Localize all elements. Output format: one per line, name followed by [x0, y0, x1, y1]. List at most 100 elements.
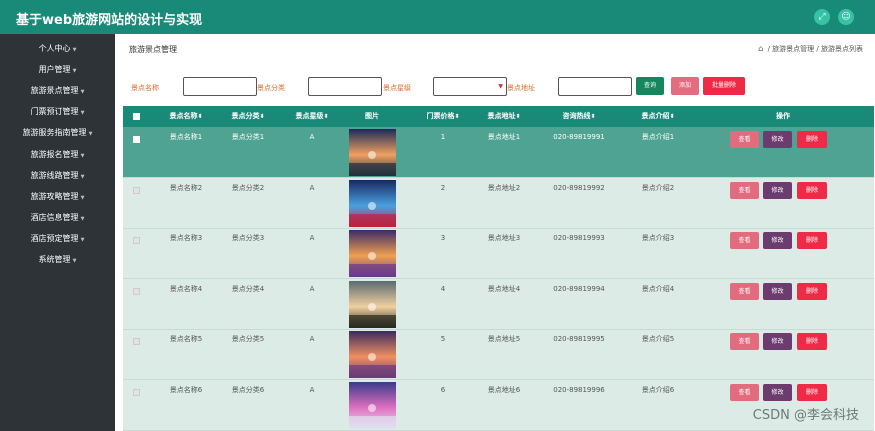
column-header[interactable]: 操作 [723, 106, 843, 127]
edit-button[interactable]: 修改 [763, 232, 792, 250]
column-header[interactable]: 景点介绍⬍ [623, 106, 693, 127]
cell-price: 4 [440, 284, 446, 293]
column-header[interactable]: 咨询热线⬍ [543, 106, 615, 127]
edit-button[interactable]: 修改 [763, 181, 792, 199]
table-row[interactable]: 景点名称3 景点分类3 A 3 景点地址3 020-89819993 景点介绍3 查看 修改 删除 [123, 228, 874, 280]
sidebar-item-label: 酒店预定管理 [30, 233, 79, 243]
filter-category-input[interactable] [308, 77, 382, 96]
row-checkbox[interactable] [133, 237, 140, 245]
sidebar-item[interactable]: 旅游报名管理 ▼ [0, 144, 115, 165]
scenic-image [349, 179, 396, 227]
column-header[interactable]: 景点地址⬍ [473, 106, 535, 127]
main-content: 旅游景点管理 ⌂ / 旅游景点管理 / 旅游景点列表 景点名称 景点分类 景点星… [115, 34, 875, 431]
table-row[interactable]: 景点名称5 景点分类5 A 5 景点地址5 020-89819995 景点介绍5 查看 修改 删除 [123, 329, 874, 381]
delete-button[interactable]: 删除 [797, 333, 827, 351]
scenic-image [349, 230, 396, 278]
column-header[interactable]: 图片 [339, 106, 405, 127]
edit-button[interactable]: 修改 [763, 131, 792, 148]
sidebar-item-label: 旅游报名管理 [30, 149, 79, 159]
sort-icon[interactable]: ⬍ [669, 113, 674, 120]
column-header[interactable]: 景点名称⬍ [151, 106, 221, 127]
cell-intro: 景点介绍1 [641, 133, 675, 141]
scenic-image [349, 129, 396, 176]
top-bar: 基于web旅游网站的设计与实现 ⤢ ☺ [0, 0, 875, 34]
cell-price: 5 [440, 335, 446, 344]
sidebar-item[interactable]: 旅游服务指南管理 ▼ [0, 122, 115, 143]
sidebar-item[interactable]: 用户管理 ▼ [0, 59, 115, 80]
cell-category: 景点分类3 [231, 234, 265, 243]
cell-price: 1 [440, 133, 446, 141]
sidebar-item[interactable]: 个人中心 ▼ [0, 38, 115, 59]
sidebar-item[interactable]: 门票预订管理 ▼ [0, 101, 115, 122]
batch-delete-button[interactable]: 批量删除 [703, 77, 745, 95]
sidebar-item[interactable]: 酒店信息管理 ▼ [0, 207, 115, 228]
sidebar-item[interactable]: 酒店预定管理 ▼ [0, 228, 115, 249]
column-header[interactable]: 门票价格⬍ [413, 106, 473, 127]
sort-icon[interactable]: ⬍ [259, 113, 264, 120]
breadcrumb-first[interactable]: 旅游景点管理 [772, 45, 814, 53]
sort-icon[interactable]: ⬍ [515, 113, 520, 120]
scenic-image [349, 280, 396, 328]
sort-icon[interactable]: ⬍ [323, 113, 328, 120]
delete-button[interactable]: 删除 [797, 131, 827, 148]
search-button[interactable]: 查询 [636, 77, 664, 95]
delete-button[interactable]: 删除 [797, 232, 827, 250]
filter-name-input[interactable] [183, 77, 257, 96]
home-icon[interactable]: ⌂ [758, 44, 763, 53]
cell-intro: 景点介绍5 [641, 335, 675, 344]
add-button[interactable]: 添加 [671, 77, 699, 95]
table-row[interactable]: 景点名称2 景点分类2 A 2 景点地址2 020-89819992 景点介绍2 查看 修改 删除 [123, 178, 874, 229]
view-button[interactable]: 查看 [730, 131, 759, 148]
sort-icon[interactable]: ⬍ [197, 113, 202, 120]
column-header-label: 景点分类 [231, 112, 260, 120]
view-button[interactable]: 查看 [730, 333, 759, 351]
fullscreen-icon[interactable]: ⤢ [814, 9, 830, 25]
delete-button[interactable]: 删除 [797, 384, 827, 401]
row-checkbox[interactable] [133, 338, 140, 346]
cell-price: 2 [440, 183, 446, 192]
chevron-down-icon: ▼ [80, 236, 85, 243]
cell-category: 景点分类4 [231, 284, 265, 293]
filter-rating-select[interactable]: ▼ [433, 77, 507, 96]
view-button[interactable]: 查看 [730, 384, 759, 401]
sidebar-item[interactable]: 系统管理 ▼ [0, 249, 115, 270]
sidebar-item-label: 酒店信息管理 [30, 212, 79, 222]
cell-intro: 景点介绍2 [641, 183, 675, 192]
sidebar-item[interactable]: 旅游线路管理 ▼ [0, 165, 115, 186]
sidebar-item-label: 旅游景点管理 [30, 86, 79, 96]
table-row[interactable]: 景点名称4 景点分类4 A 4 景点地址4 020-89819994 景点介绍4 查看 修改 删除 [123, 279, 874, 330]
cell-phone: 020-89819993 [553, 234, 605, 243]
cell-address: 景点地址4 [487, 284, 521, 293]
sort-icon[interactable]: ⬍ [590, 113, 595, 120]
cell-name: 景点名称5 [169, 335, 203, 344]
delete-button[interactable]: 删除 [797, 282, 827, 300]
scenic-image [349, 382, 396, 429]
sidebar-item[interactable]: 旅游攻略管理 ▼ [0, 186, 115, 207]
column-header[interactable]: 景点分类⬍ [213, 106, 283, 127]
sidebar-item[interactable]: 旅游景点管理 ▼ [0, 80, 115, 101]
select-all-checkbox[interactable] [133, 113, 140, 120]
filter-rating-label: 景点星级 [383, 84, 411, 92]
view-button[interactable]: 查看 [730, 282, 759, 300]
cell-price: 6 [440, 386, 446, 394]
row-checkbox[interactable] [133, 287, 140, 295]
view-button[interactable]: 查看 [730, 181, 759, 199]
edit-button[interactable]: 修改 [763, 333, 792, 351]
cell-phone: 020-89819991 [553, 133, 605, 141]
delete-button[interactable]: 删除 [797, 181, 827, 199]
cell-intro: 景点介绍6 [641, 386, 675, 394]
edit-button[interactable]: 修改 [763, 384, 792, 401]
edit-button[interactable]: 修改 [763, 282, 792, 300]
chevron-down-icon: ▼ [80, 152, 85, 159]
sort-icon[interactable]: ⬍ [454, 113, 459, 120]
filter-address-input[interactable] [558, 77, 632, 96]
row-checkbox[interactable] [133, 389, 140, 396]
column-header[interactable]: 景点星级⬍ [277, 106, 347, 127]
user-icon[interactable]: ☺ [838, 9, 854, 25]
view-button[interactable]: 查看 [730, 232, 759, 250]
table-row[interactable]: 景点名称1 景点分类1 A 1 景点地址1 020-89819991 景点介绍1 查看 修改 删除 [123, 127, 874, 178]
chevron-down-icon: ▼ [80, 173, 85, 180]
row-checkbox[interactable] [133, 186, 140, 194]
cell-category: 景点分类1 [231, 133, 265, 141]
row-checkbox[interactable] [133, 136, 140, 143]
